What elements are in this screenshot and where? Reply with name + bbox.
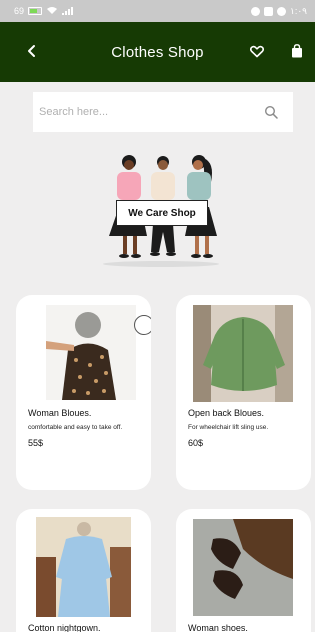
- battery-icon: [28, 7, 43, 15]
- hero-banner: We Care Shop: [116, 200, 208, 226]
- notification-icon: [250, 6, 260, 16]
- wifi-icon: [46, 6, 58, 17]
- shopping-bag-icon: [292, 44, 302, 58]
- product-price: 60$: [188, 438, 204, 448]
- product-card[interactable]: Open back Bloues. For wheelchair lift sl…: [176, 295, 311, 490]
- search-bar: [33, 92, 293, 132]
- status-bar: ‎69 ۱:۰۹: [0, 0, 315, 22]
- status-carrier: ‎69: [14, 6, 25, 16]
- chevron-left-icon: [28, 45, 35, 57]
- product-card[interactable]: Cotton nightgown.: [16, 509, 151, 632]
- search-icon[interactable]: [261, 102, 281, 122]
- page-title: Clothes Shop: [111, 43, 204, 61]
- product-card[interactable]: Woman shoes.: [176, 509, 311, 632]
- product-name: Open back Bloues.: [188, 408, 265, 418]
- product-description: For wheelchair lift sling use.: [188, 424, 269, 431]
- product-image: [193, 305, 293, 402]
- product-image: [36, 517, 131, 617]
- product-name: Woman Bloues.: [28, 408, 92, 418]
- product-card[interactable]: Woman Bloues. comfortable and easy to ta…: [16, 295, 151, 490]
- search-input[interactable]: [39, 106, 261, 118]
- select-radio[interactable]: [134, 315, 151, 335]
- wishlist-button[interactable]: [246, 40, 268, 62]
- back-button[interactable]: [20, 39, 44, 63]
- product-name: Cotton nightgown.: [28, 623, 101, 632]
- status-clock: ۱:۰۹: [289, 5, 307, 16]
- hero-illustration: We Care Shop: [95, 152, 230, 272]
- product-image: [193, 519, 293, 616]
- app-bar: Clothes Shop: [0, 22, 315, 82]
- heart-icon: [250, 45, 264, 57]
- main-content: We Care Shop Woman Bloues. comfortable a…: [0, 82, 315, 632]
- product-price: 55$: [28, 438, 44, 448]
- product-name: Woman shoes.: [188, 623, 248, 632]
- product-description: comfortable and easy to take off.: [28, 424, 123, 431]
- cart-button[interactable]: [286, 40, 308, 62]
- product-image: [46, 305, 136, 400]
- signal-icon: [62, 7, 74, 15]
- app-icon: [276, 6, 286, 16]
- video-icon: [263, 6, 273, 16]
